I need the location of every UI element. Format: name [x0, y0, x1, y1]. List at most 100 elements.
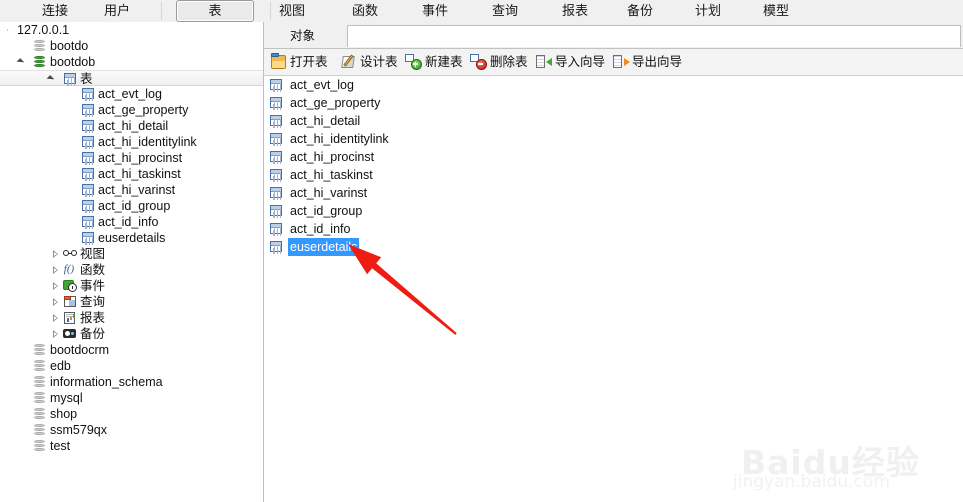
toolbar-button-label: 设计表	[360, 55, 398, 69]
open-table-button[interactable]: 打开表	[270, 51, 328, 73]
tree-node-label: bootdocrm	[50, 343, 110, 357]
delete-table-button[interactable]: 删除表	[470, 51, 528, 73]
tree-twisty-open-icon[interactable]	[16, 54, 28, 70]
tree-node-database-bootdob[interactable]: bootdob	[0, 54, 263, 70]
tree-node-database-mysql[interactable]: mysql	[0, 390, 263, 406]
tree-node-label: act_id_group	[98, 199, 171, 213]
object-list-item-label: act_ge_property	[290, 96, 381, 110]
object-list-item-label: act_hi_identitylink	[290, 132, 389, 146]
folder-icon	[271, 53, 286, 69]
tree-node-tables-folder[interactable]: 表	[0, 70, 263, 86]
event-clock-icon	[62, 278, 78, 294]
table-grid-glyph	[82, 216, 94, 227]
tree-twisty-closed-icon[interactable]	[48, 294, 58, 310]
menu-query[interactable]: 查询	[465, 0, 545, 22]
tree-node-table-euserdetails[interactable]: euserdetails	[0, 230, 263, 246]
tree-node-database-ssm579qx[interactable]: ssm579qx	[0, 422, 263, 438]
object-list-item-label: act_hi_detail	[290, 114, 361, 128]
tree-node-label: act_hi_taskinst	[98, 167, 181, 181]
new-table-button[interactable]: 新建表	[405, 51, 463, 73]
table-grid-icon	[80, 198, 96, 214]
tree-node-reports-folder[interactable]: 报表	[0, 310, 263, 326]
menu-function[interactable]: 函数	[325, 0, 405, 22]
tree-twisty-closed-icon[interactable]	[48, 310, 58, 326]
tree-twisty-open-icon[interactable]	[46, 71, 58, 87]
tree-node-events-folder[interactable]: 事件	[0, 278, 263, 294]
tree-node-table-act-evt-log[interactable]: act_evt_log	[0, 86, 263, 102]
object-list-item-label: act_hi_taskinst	[290, 168, 373, 182]
table-grid-glyph	[270, 151, 282, 162]
table-grid-icon	[80, 118, 96, 134]
design-table-button[interactable]: 设计表	[340, 51, 398, 73]
object-detail-panel: 对象 打开表 设计表 新建表 删除表 导入向导 导出向导 act_evt_log act_g…	[264, 22, 963, 502]
tree-node-table-act-hi-varinst[interactable]: act_hi_varinst	[0, 182, 263, 198]
object-list-item-act-id-info[interactable]: act_id_info	[264, 220, 963, 238]
tree-node-table-act-hi-taskinst[interactable]: act_hi_taskinst	[0, 166, 263, 182]
tree-twisty-closed-icon[interactable]	[48, 326, 58, 342]
database-gray-icon	[32, 374, 48, 390]
object-list-item-act-id-group[interactable]: act_id_group	[264, 202, 963, 220]
main-menubar: 连接 用户表视图 函数 事件 查询 报表 备份 计划 模型	[0, 0, 963, 23]
table-grid-icon	[270, 79, 284, 91]
object-list-item-euserdetails[interactable]: euserdetails	[264, 238, 963, 256]
toolbar-button-label: 导入向导	[555, 55, 606, 69]
object-list-item-act-hi-varinst[interactable]: act_hi_varinst	[264, 184, 963, 202]
object-list-item-label: act_hi_varinst	[290, 186, 368, 200]
object-list-item-act-evt-log[interactable]: act_evt_log	[264, 76, 963, 94]
tree-node-table-act-id-info[interactable]: act_id_info	[0, 214, 263, 230]
tree-node-table-act-hi-detail[interactable]: act_hi_detail	[0, 118, 263, 134]
table-grid-glyph	[82, 104, 94, 115]
object-list-item-label: act_id_group	[290, 204, 363, 218]
object-list-item-label: act_id_info	[290, 222, 351, 236]
tree-node-label: act_hi_procinst	[98, 151, 183, 165]
tree-node-database-shop[interactable]: shop	[0, 406, 263, 422]
menu-table[interactable]: 表	[176, 0, 254, 22]
object-toolbar: 打开表 设计表 新建表 删除表 导入向导 导出向导	[264, 49, 963, 76]
export-wizard-button[interactable]: 导出向导	[612, 51, 682, 73]
glasses-glyph	[63, 250, 77, 257]
object-list-item-act-hi-detail[interactable]: act_hi_detail	[264, 112, 963, 130]
object-list-item-act-ge-property[interactable]: act_ge_property	[264, 94, 963, 112]
tree-node-database-edb[interactable]: edb	[0, 358, 263, 374]
table-grid-glyph	[82, 184, 94, 195]
tree-node-label: 备份	[80, 327, 106, 341]
menu-view[interactable]: 视图	[252, 0, 332, 22]
tree-node-database-test[interactable]: test	[0, 438, 263, 454]
menu-event[interactable]: 事件	[395, 0, 475, 22]
tree-node-connection-127-0-0-1[interactable]: 127.0.0.1	[0, 22, 263, 38]
tree-node-queries-folder[interactable]: 查询	[0, 294, 263, 310]
tree-node-table-act-hi-identitylink[interactable]: act_hi_identitylink	[0, 134, 263, 150]
object-tree-panel[interactable]: 127.0.0.1 bootdo bootdob 表 act_evt_log act_ge…	[0, 22, 264, 502]
tree-node-label: 视图	[80, 247, 106, 261]
object-list-item-act-hi-identitylink[interactable]: act_hi_identitylink	[264, 130, 963, 148]
menu-user[interactable]: 用户	[62, 0, 172, 22]
tree-node-table-act-ge-property[interactable]: act_ge_property	[0, 102, 263, 118]
tree-node-database-information-schema[interactable]: information_schema	[0, 374, 263, 390]
tree-node-label: act_hi_varinst	[98, 183, 176, 197]
tree-node-database-bootdo[interactable]: bootdo	[0, 38, 263, 54]
tree-node-database-bootdocrm[interactable]: bootdocrm	[0, 342, 263, 358]
table-grid-glyph	[270, 187, 282, 198]
tree-twisty-closed-icon[interactable]	[48, 278, 58, 294]
tree-twisty-closed-icon[interactable]	[48, 262, 58, 278]
tree-node-table-act-id-group[interactable]: act_id_group	[0, 198, 263, 214]
tree-node-functions-folder[interactable]: f() 函数	[0, 262, 263, 278]
table-grid-glyph	[82, 152, 94, 163]
menubar-separator-1	[270, 2, 271, 20]
import-wizard-button[interactable]: 导入向导	[535, 51, 605, 73]
tree-node-views-folder[interactable]: 视图	[0, 246, 263, 262]
tree-node-table-act-hi-procinst[interactable]: act_hi_procinst	[0, 150, 263, 166]
tree-node-label: mysql	[50, 391, 83, 405]
plus-circle-icon	[405, 54, 422, 70]
object-list[interactable]: act_evt_log act_ge_property act_hi_detaila…	[264, 76, 963, 502]
menu-model[interactable]: 模型	[736, 0, 816, 22]
table-grid-glyph	[82, 88, 94, 99]
import-wizard-icon	[536, 55, 552, 69]
table-grid-icon	[80, 182, 96, 198]
tree-node-backups-folder[interactable]: 备份	[0, 326, 263, 342]
object-list-item-act-hi-procinst[interactable]: act_hi_procinst	[264, 148, 963, 166]
object-list-item-act-hi-taskinst[interactable]: act_hi_taskinst	[264, 166, 963, 184]
tab-objects[interactable]: 对象	[276, 25, 330, 48]
view-glasses-icon	[62, 246, 78, 262]
tree-twisty-closed-icon[interactable]	[48, 246, 58, 262]
